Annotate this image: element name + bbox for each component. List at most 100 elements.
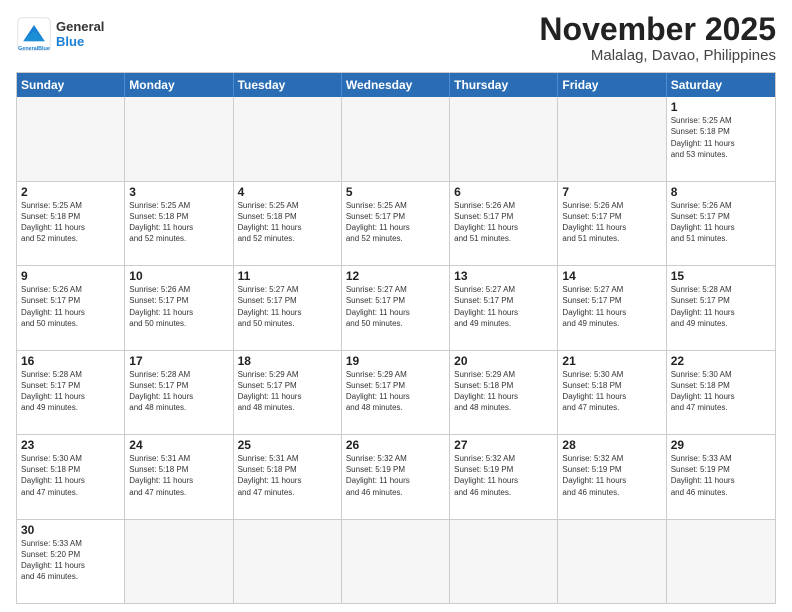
calendar-header-cell: Tuesday [234, 73, 342, 97]
cell-info: Sunrise: 5:30 AM Sunset: 5:18 PM Dayligh… [562, 369, 661, 414]
calendar-header-cell: Monday [125, 73, 233, 97]
calendar-cell: 23Sunrise: 5:30 AM Sunset: 5:18 PM Dayli… [17, 435, 125, 518]
cell-info: Sunrise: 5:29 AM Sunset: 5:17 PM Dayligh… [238, 369, 337, 414]
calendar-cell: 25Sunrise: 5:31 AM Sunset: 5:18 PM Dayli… [234, 435, 342, 518]
day-number: 10 [129, 269, 228, 283]
day-number: 14 [562, 269, 661, 283]
calendar-cell: 19Sunrise: 5:29 AM Sunset: 5:17 PM Dayli… [342, 351, 450, 434]
calendar-cell: 6Sunrise: 5:26 AM Sunset: 5:17 PM Daylig… [450, 182, 558, 265]
calendar-row: 16Sunrise: 5:28 AM Sunset: 5:17 PM Dayli… [17, 350, 775, 434]
day-number: 13 [454, 269, 553, 283]
calendar-cell: 3Sunrise: 5:25 AM Sunset: 5:18 PM Daylig… [125, 182, 233, 265]
calendar-cell: 28Sunrise: 5:32 AM Sunset: 5:19 PM Dayli… [558, 435, 666, 518]
calendar-header-cell: Sunday [17, 73, 125, 97]
cell-info: Sunrise: 5:30 AM Sunset: 5:18 PM Dayligh… [21, 453, 120, 498]
cell-info: Sunrise: 5:32 AM Sunset: 5:19 PM Dayligh… [454, 453, 553, 498]
svg-text:GeneralBlue: GeneralBlue [18, 46, 50, 52]
cell-info: Sunrise: 5:25 AM Sunset: 5:18 PM Dayligh… [21, 200, 120, 245]
calendar-cell: 18Sunrise: 5:29 AM Sunset: 5:17 PM Dayli… [234, 351, 342, 434]
cell-info: Sunrise: 5:29 AM Sunset: 5:17 PM Dayligh… [346, 369, 445, 414]
calendar-header-cell: Wednesday [342, 73, 450, 97]
calendar-cell: 13Sunrise: 5:27 AM Sunset: 5:17 PM Dayli… [450, 266, 558, 349]
calendar-cell: 11Sunrise: 5:27 AM Sunset: 5:17 PM Dayli… [234, 266, 342, 349]
calendar-cell: 12Sunrise: 5:27 AM Sunset: 5:17 PM Dayli… [342, 266, 450, 349]
calendar-cell [667, 520, 775, 603]
calendar-cell: 22Sunrise: 5:30 AM Sunset: 5:18 PM Dayli… [667, 351, 775, 434]
calendar-cell: 24Sunrise: 5:31 AM Sunset: 5:18 PM Dayli… [125, 435, 233, 518]
day-number: 6 [454, 185, 553, 199]
logo: GeneralBlue General Blue [16, 16, 104, 52]
cell-info: Sunrise: 5:27 AM Sunset: 5:17 PM Dayligh… [346, 284, 445, 329]
calendar-cell: 16Sunrise: 5:28 AM Sunset: 5:17 PM Dayli… [17, 351, 125, 434]
cell-info: Sunrise: 5:27 AM Sunset: 5:17 PM Dayligh… [238, 284, 337, 329]
cell-info: Sunrise: 5:33 AM Sunset: 5:20 PM Dayligh… [21, 538, 120, 583]
calendar-cell: 29Sunrise: 5:33 AM Sunset: 5:19 PM Dayli… [667, 435, 775, 518]
calendar-cell: 27Sunrise: 5:32 AM Sunset: 5:19 PM Dayli… [450, 435, 558, 518]
cell-info: Sunrise: 5:28 AM Sunset: 5:17 PM Dayligh… [671, 284, 771, 329]
day-number: 20 [454, 354, 553, 368]
calendar-cell: 7Sunrise: 5:26 AM Sunset: 5:17 PM Daylig… [558, 182, 666, 265]
day-number: 29 [671, 438, 771, 452]
calendar-header-cell: Thursday [450, 73, 558, 97]
calendar-cell: 5Sunrise: 5:25 AM Sunset: 5:17 PM Daylig… [342, 182, 450, 265]
day-number: 5 [346, 185, 445, 199]
cell-info: Sunrise: 5:31 AM Sunset: 5:18 PM Dayligh… [129, 453, 228, 498]
calendar-cell [450, 97, 558, 180]
day-number: 15 [671, 269, 771, 283]
day-number: 12 [346, 269, 445, 283]
day-number: 4 [238, 185, 337, 199]
day-number: 26 [346, 438, 445, 452]
day-number: 24 [129, 438, 228, 452]
calendar-cell [234, 520, 342, 603]
day-number: 17 [129, 354, 228, 368]
day-number: 11 [238, 269, 337, 283]
calendar-cell: 9Sunrise: 5:26 AM Sunset: 5:17 PM Daylig… [17, 266, 125, 349]
calendar-cell [558, 520, 666, 603]
day-number: 22 [671, 354, 771, 368]
calendar-cell [125, 520, 233, 603]
logo-text: General Blue [56, 19, 104, 49]
day-number: 8 [671, 185, 771, 199]
calendar-row: 2Sunrise: 5:25 AM Sunset: 5:18 PM Daylig… [17, 181, 775, 265]
day-number: 3 [129, 185, 228, 199]
day-number: 9 [21, 269, 120, 283]
cell-info: Sunrise: 5:29 AM Sunset: 5:18 PM Dayligh… [454, 369, 553, 414]
cell-info: Sunrise: 5:25 AM Sunset: 5:18 PM Dayligh… [129, 200, 228, 245]
calendar-row: 30Sunrise: 5:33 AM Sunset: 5:20 PM Dayli… [17, 519, 775, 603]
cell-info: Sunrise: 5:25 AM Sunset: 5:18 PM Dayligh… [671, 115, 771, 160]
day-number: 30 [21, 523, 120, 537]
day-number: 25 [238, 438, 337, 452]
calendar-cell: 26Sunrise: 5:32 AM Sunset: 5:19 PM Dayli… [342, 435, 450, 518]
calendar-cell: 14Sunrise: 5:27 AM Sunset: 5:17 PM Dayli… [558, 266, 666, 349]
cell-info: Sunrise: 5:33 AM Sunset: 5:19 PM Dayligh… [671, 453, 771, 498]
cell-info: Sunrise: 5:30 AM Sunset: 5:18 PM Dayligh… [671, 369, 771, 414]
calendar-cell [342, 97, 450, 180]
logo-general: General [56, 19, 104, 34]
calendar-cell [17, 97, 125, 180]
calendar-cell: 10Sunrise: 5:26 AM Sunset: 5:17 PM Dayli… [125, 266, 233, 349]
cell-info: Sunrise: 5:26 AM Sunset: 5:17 PM Dayligh… [562, 200, 661, 245]
cell-info: Sunrise: 5:28 AM Sunset: 5:17 PM Dayligh… [129, 369, 228, 414]
calendar-cell: 2Sunrise: 5:25 AM Sunset: 5:18 PM Daylig… [17, 182, 125, 265]
calendar-cell [234, 97, 342, 180]
cell-info: Sunrise: 5:26 AM Sunset: 5:17 PM Dayligh… [671, 200, 771, 245]
cell-info: Sunrise: 5:27 AM Sunset: 5:17 PM Dayligh… [454, 284, 553, 329]
calendar-body: 1Sunrise: 5:25 AM Sunset: 5:18 PM Daylig… [17, 97, 775, 603]
day-number: 21 [562, 354, 661, 368]
title-block: November 2025 Malalag, Davao, Philippine… [539, 12, 776, 64]
subtitle: Malalag, Davao, Philippines [539, 47, 776, 64]
cell-info: Sunrise: 5:26 AM Sunset: 5:17 PM Dayligh… [21, 284, 120, 329]
header: GeneralBlue General Blue November 2025 M… [16, 12, 776, 64]
day-number: 7 [562, 185, 661, 199]
calendar-cell: 4Sunrise: 5:25 AM Sunset: 5:18 PM Daylig… [234, 182, 342, 265]
calendar-cell: 30Sunrise: 5:33 AM Sunset: 5:20 PM Dayli… [17, 520, 125, 603]
calendar-cell: 1Sunrise: 5:25 AM Sunset: 5:18 PM Daylig… [667, 97, 775, 180]
cell-info: Sunrise: 5:28 AM Sunset: 5:17 PM Dayligh… [21, 369, 120, 414]
day-number: 18 [238, 354, 337, 368]
cell-info: Sunrise: 5:26 AM Sunset: 5:17 PM Dayligh… [454, 200, 553, 245]
cell-info: Sunrise: 5:27 AM Sunset: 5:17 PM Dayligh… [562, 284, 661, 329]
calendar-header-cell: Friday [558, 73, 666, 97]
calendar-header: SundayMondayTuesdayWednesdayThursdayFrid… [17, 73, 775, 97]
cell-info: Sunrise: 5:32 AM Sunset: 5:19 PM Dayligh… [346, 453, 445, 498]
cell-info: Sunrise: 5:25 AM Sunset: 5:18 PM Dayligh… [238, 200, 337, 245]
